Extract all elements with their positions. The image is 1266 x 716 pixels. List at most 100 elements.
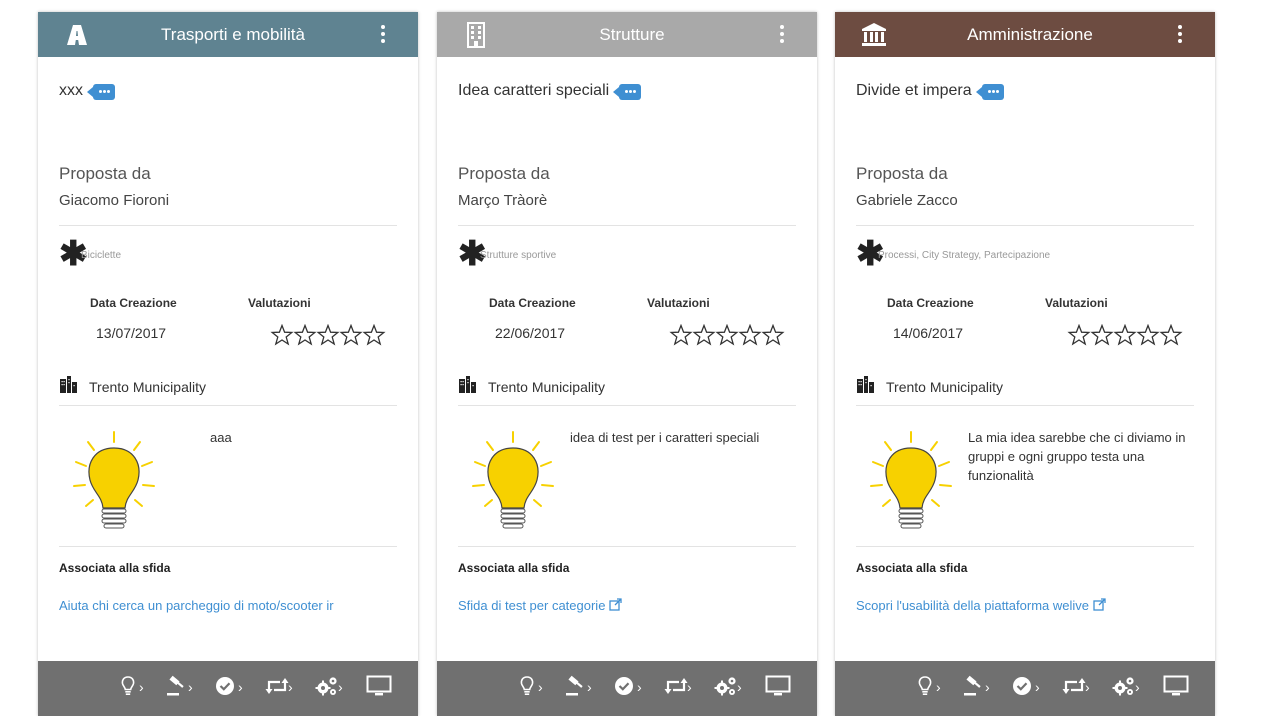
divider xyxy=(59,225,397,226)
proposed-by-label: Proposta da xyxy=(458,164,550,183)
divider xyxy=(856,546,1194,547)
external-link-icon[interactable] xyxy=(1093,598,1106,611)
creation-date: 22/06/2017 xyxy=(495,325,566,341)
challenge-link[interactable]: Sfida di test per categorie xyxy=(458,598,798,613)
organization-name: Trento Municipality xyxy=(488,379,605,395)
check-circle-icon xyxy=(1011,675,1033,697)
road-icon xyxy=(64,22,90,48)
monitor-icon xyxy=(765,675,791,697)
chevron-right-icon: › xyxy=(687,679,692,695)
tags-text: Processi, City Strategy, Partecipazione xyxy=(878,250,1051,261)
check-circle-icon xyxy=(214,675,236,697)
chevron-right-icon: › xyxy=(737,679,742,695)
chevron-right-icon: › xyxy=(538,679,543,695)
creation-date-label: Data Creazione xyxy=(489,296,576,310)
idea-title[interactable]: xxx xyxy=(59,82,115,100)
lightbulb-icon xyxy=(917,675,933,697)
creation-date-label: Data Creazione xyxy=(90,296,177,310)
more-options-icon[interactable] xyxy=(1175,23,1185,45)
lightbulb-icon xyxy=(863,430,963,530)
category-title: Trasporti e mobilità xyxy=(161,25,305,44)
idea-description: idea di test per i caratteri speciali xyxy=(570,430,760,445)
more-options-icon[interactable] xyxy=(777,23,787,45)
divider xyxy=(59,546,397,547)
tags-text: Biciclette xyxy=(81,250,122,261)
workflow-steps: › › › › › xyxy=(835,671,1215,703)
category-title: Amministrazione xyxy=(967,25,1093,44)
star-rating[interactable] xyxy=(1067,324,1185,348)
chevron-right-icon: › xyxy=(188,679,193,695)
city-buildings-icon xyxy=(856,376,874,393)
proposed-by-label: Proposta da xyxy=(856,164,948,183)
lightbulb-icon xyxy=(66,430,166,530)
creation-date-label: Data Creazione xyxy=(887,296,974,310)
card-header: Strutture xyxy=(437,12,817,57)
ratings-label: Valutazioni xyxy=(248,296,311,310)
divider xyxy=(856,225,1194,226)
star-rating[interactable] xyxy=(669,324,787,348)
ratings-label: Valutazioni xyxy=(1045,296,1108,310)
lightbulb-icon xyxy=(465,430,565,530)
challenge-label: Associata alla sfida xyxy=(59,561,171,575)
chevron-right-icon: › xyxy=(936,679,941,695)
workflow-steps: › › › › › xyxy=(437,671,817,703)
chevron-right-icon: › xyxy=(288,679,293,695)
building-icon xyxy=(463,22,489,48)
cogs-icon xyxy=(314,675,340,697)
challenge-label: Associata alla sfida xyxy=(856,561,968,575)
gavel-icon xyxy=(565,675,587,697)
author-name: Março Tràorè xyxy=(458,192,548,209)
divider xyxy=(458,405,796,406)
idea-description: aaa xyxy=(210,430,232,445)
monitor-icon xyxy=(1163,675,1189,697)
challenge-link-text[interactable]: Scopri l'usabilità della piattaforma wel… xyxy=(856,598,1089,613)
idea-title[interactable]: Divide et impera xyxy=(856,82,1004,100)
chevron-right-icon: › xyxy=(985,679,990,695)
challenge-label: Associata alla sfida xyxy=(458,561,570,575)
workflow-steps: › › › › › xyxy=(38,671,418,703)
external-link-icon[interactable] xyxy=(609,598,623,611)
challenge-link-text[interactable]: Sfida di test per categorie xyxy=(458,598,605,613)
divider xyxy=(59,405,397,406)
tag-icon[interactable] xyxy=(613,84,642,100)
proposed-by-label: Proposta da xyxy=(59,164,151,183)
retweet-icon xyxy=(663,675,689,697)
divider xyxy=(458,546,796,547)
organization-name: Trento Municipality xyxy=(89,379,206,395)
idea-card[interactable]: Strutture Idea caratteri speciali Propos… xyxy=(437,12,817,716)
divider xyxy=(856,405,1194,406)
idea-title-text[interactable]: xxx xyxy=(59,82,83,99)
tag-icon[interactable] xyxy=(975,84,1004,100)
idea-title[interactable]: Idea caratteri speciali xyxy=(458,82,642,100)
idea-card[interactable]: Trasporti e mobilità xxx Proposta da Gia… xyxy=(38,12,418,716)
workflow-footer: › › › › › xyxy=(437,661,817,716)
gavel-icon xyxy=(963,675,985,697)
author-name: Gabriele Zacco xyxy=(856,192,958,209)
monitor-icon xyxy=(366,675,392,697)
retweet-icon xyxy=(264,675,290,697)
creation-date: 14/06/2017 xyxy=(893,325,964,341)
chevron-right-icon: › xyxy=(1085,679,1090,695)
organization-name: Trento Municipality xyxy=(886,379,1003,395)
category-title: Strutture xyxy=(599,25,665,44)
card-header: Amministrazione xyxy=(835,12,1215,57)
tag-icon[interactable] xyxy=(87,84,115,100)
challenge-link[interactable]: Aiuta chi cerca un parcheggio di moto/sc… xyxy=(59,598,399,613)
check-circle-icon xyxy=(613,675,635,697)
idea-title-text[interactable]: Idea caratteri speciali xyxy=(458,82,609,99)
creation-date: 13/07/2017 xyxy=(96,325,167,341)
gavel-icon xyxy=(166,675,188,697)
challenge-link-text[interactable]: Aiuta chi cerca un parcheggio di moto/sc… xyxy=(59,598,334,613)
idea-card[interactable]: Amministrazione Divide et impera Propost… xyxy=(835,12,1215,716)
author-name: Giacomo Fioroni xyxy=(59,192,170,209)
chevron-right-icon: › xyxy=(587,679,592,695)
chevron-right-icon: › xyxy=(338,679,343,695)
challenge-link[interactable]: Scopri l'usabilità della piattaforma wel… xyxy=(856,598,1196,613)
more-options-icon[interactable] xyxy=(378,23,388,45)
idea-description: La mia idea sarebbe che ci diviamo in gr… xyxy=(968,430,1186,483)
idea-title-text[interactable]: Divide et impera xyxy=(856,82,972,99)
workflow-footer: › › › › › xyxy=(38,661,418,716)
city-buildings-icon xyxy=(59,376,77,393)
star-rating[interactable] xyxy=(270,324,388,348)
chevron-right-icon: › xyxy=(1035,679,1040,695)
